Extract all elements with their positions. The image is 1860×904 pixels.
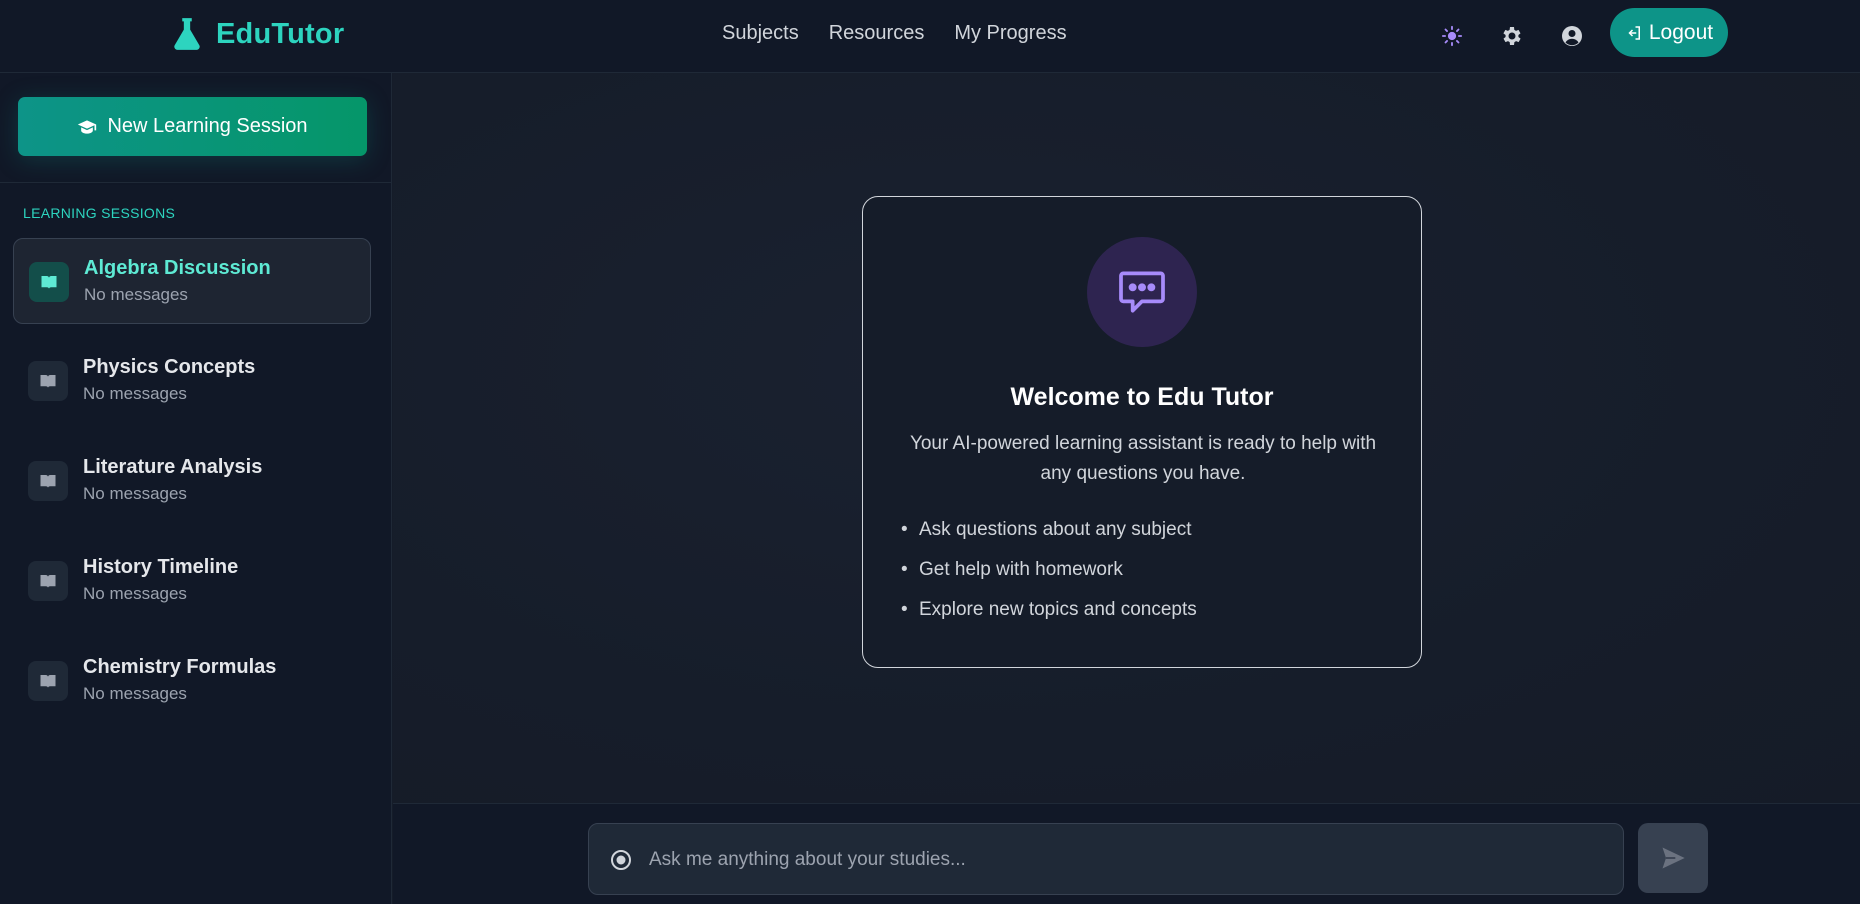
session-item-algebra-discussion[interactable]: Algebra Discussion No messages [13, 238, 371, 324]
session-item-history-timeline[interactable]: History Timeline No messages [13, 538, 371, 624]
settings-button[interactable] [1493, 17, 1531, 55]
graduation-cap-icon [78, 119, 97, 134]
sun-icon [1441, 25, 1463, 47]
gear-icon [1503, 27, 1521, 45]
feature-item: • Get help with homework [901, 559, 1123, 580]
welcome-card: Welcome to Edu Tutor Your AI-powered lea… [862, 196, 1422, 668]
welcome-description: Your AI-powered learning assistant is re… [909, 433, 1377, 484]
session-subtitle: No messages [83, 584, 187, 603]
user-circle-icon [1562, 26, 1582, 46]
chat-bubble-icon [1119, 271, 1165, 313]
session-title: Algebra Discussion [84, 257, 271, 279]
flask-icon [174, 18, 200, 50]
book-icon [28, 361, 68, 401]
nav-subjects[interactable]: Subjects [722, 20, 799, 46]
session-title: Literature Analysis [83, 456, 263, 478]
session-title: Physics Concepts [83, 356, 256, 378]
logo[interactable]: EduTutor [168, 14, 344, 54]
session-item-chemistry-formulas[interactable]: Chemistry Formulas No messages [13, 638, 371, 724]
chat-input-container[interactable] [588, 823, 1624, 895]
feature-list: • Ask questions about any subject • Get he… [901, 517, 1197, 637]
theme-toggle-button[interactable] [1433, 17, 1471, 55]
chat-input-bar [393, 803, 1860, 904]
section-label: LEARNING SESSIONS [23, 205, 176, 221]
logo-text: EduTutor [216, 17, 345, 50]
sidebar: New Learning Session LEARNING SESSIONS A… [0, 73, 392, 904]
book-icon [29, 262, 69, 302]
new-learning-session-button[interactable]: New Learning Session [18, 97, 367, 156]
profile-button[interactable] [1553, 17, 1591, 55]
send-button[interactable] [1638, 823, 1708, 893]
session-subtitle: No messages [83, 384, 187, 403]
session-title: Chemistry Formulas [83, 656, 277, 678]
session-subtitle: No messages [83, 484, 187, 503]
logout-icon [1628, 25, 1640, 40]
send-icon [1662, 847, 1685, 869]
divider [0, 182, 391, 183]
book-icon [28, 661, 68, 701]
session-item-physics-concepts[interactable]: Physics Concepts No messages [13, 338, 371, 424]
session-subtitle: No messages [83, 684, 187, 703]
main-nav: Subjects Resources My Progress [722, 20, 1067, 46]
session-item-literature-analysis[interactable]: Literature Analysis No messages [13, 438, 371, 524]
welcome-title: Welcome to Edu Tutor [1010, 383, 1274, 411]
session-subtitle: No messages [84, 285, 188, 304]
feature-item: • Explore new topics and concepts [901, 599, 1197, 620]
nav-resources[interactable]: Resources [829, 20, 925, 46]
top-header: EduTutor Subjects Resources My Progress [0, 0, 1860, 73]
nav-my-progress[interactable]: My Progress [954, 20, 1066, 46]
book-icon [28, 461, 68, 501]
new-session-label: New Learning Session [107, 115, 308, 137]
logout-button[interactable]: Logout [1610, 8, 1728, 57]
session-title: History Timeline [83, 556, 239, 578]
welcome-icon-circle [1087, 237, 1197, 347]
feature-item: • Ask questions about any subject [901, 519, 1192, 540]
book-icon [28, 561, 68, 601]
chat-input[interactable] [649, 844, 1599, 876]
target-icon[interactable] [609, 848, 633, 872]
logout-label: Logout [1648, 20, 1714, 44]
